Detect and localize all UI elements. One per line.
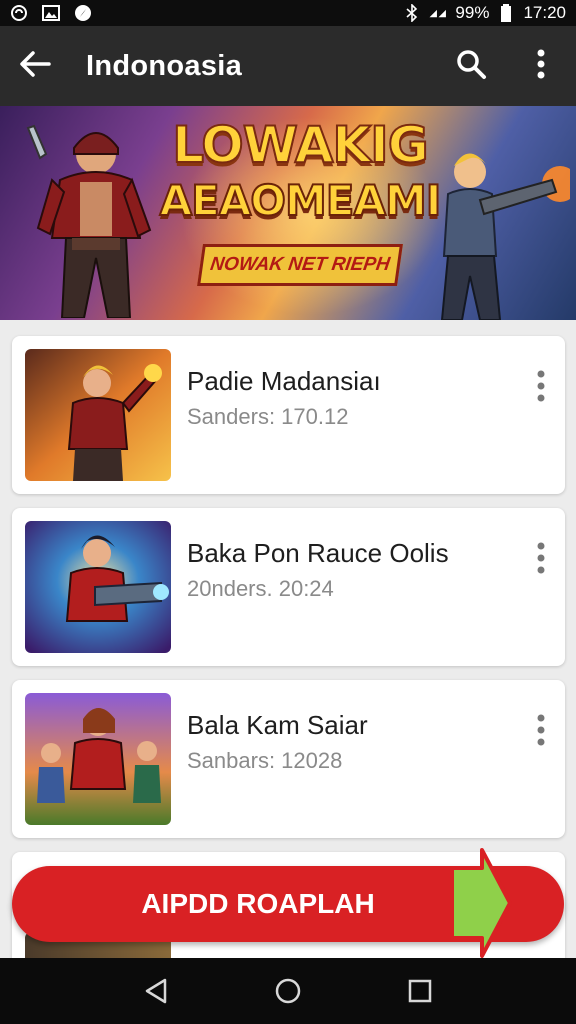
list-item[interactable]: Bala Kam Saiar Sanbars: 12028: [12, 680, 565, 838]
list-item[interactable]: Padie Madansiaı Sanders: 170.12: [12, 336, 565, 494]
home-circle-icon: [275, 978, 301, 1004]
search-icon: [455, 48, 487, 85]
nav-back-button[interactable]: [136, 971, 176, 1011]
back-arrow-icon: [19, 50, 51, 83]
more-vert-icon: [537, 714, 545, 746]
nav-recents-button[interactable]: [400, 971, 440, 1011]
bluetooth-icon: [403, 4, 421, 22]
compass-icon: [74, 4, 92, 22]
recents-square-icon: [408, 979, 432, 1003]
game-title: Padie Madansiaı: [187, 366, 381, 396]
search-button[interactable]: [436, 26, 506, 106]
game-title: Baka Pon Rauce Oolis: [187, 538, 449, 568]
item-more-button[interactable]: [529, 710, 553, 750]
promo-banner[interactable]: LOWAKIG AEAOMEAMI NOWAK NET RIEPH: [0, 106, 576, 320]
list-item[interactable]: Baka Pon Rauce Oolis 20nders. 20:24: [12, 508, 565, 666]
back-triangle-icon: [145, 978, 167, 1004]
screen: 99% 17:20 Indonoasia LOWAKIG AEAOMEAMI N…: [0, 0, 576, 1024]
more-vert-icon: [537, 542, 545, 574]
signal-icon: [429, 4, 447, 22]
game-subtitle: Sanbars: 12028: [187, 748, 343, 773]
nav-home-button[interactable]: [268, 971, 308, 1011]
system-nav-bar: [0, 958, 576, 1024]
more-options-button[interactable]: [506, 26, 576, 106]
item-more-button[interactable]: [529, 366, 553, 406]
game-thumbnail: [25, 693, 171, 825]
game-subtitle: Sanders: 170.12: [187, 404, 349, 429]
banner-subtitle: NOWAK NET RIEPH: [197, 244, 403, 286]
item-more-button[interactable]: [529, 538, 553, 578]
cta-container: AIPDD ROAPLAH: [12, 848, 564, 958]
game-title: Bala Kam Saiar: [187, 710, 368, 740]
arrow-right-icon: [450, 848, 512, 958]
battery-icon: [497, 4, 515, 22]
back-button[interactable]: [0, 26, 70, 106]
app-bar: Indonoasia: [0, 26, 576, 106]
game-subtitle: 20nders. 20:24: [187, 576, 334, 601]
clock: 17:20: [523, 3, 566, 22]
game-thumbnail: [25, 521, 171, 653]
status-bar: 99% 17:20: [0, 0, 576, 26]
banner-title-line1: LOWAKIG: [171, 115, 430, 175]
battery-percentage: 99%: [455, 3, 490, 22]
banner-title-line2: AEAOMEAMI: [159, 175, 443, 226]
page-title: Indonoasia: [86, 49, 243, 82]
more-vert-icon: [537, 370, 545, 402]
sync-icon: [10, 4, 28, 22]
gallery-icon: [42, 4, 60, 22]
hero-warrior-illustration: [26, 124, 152, 318]
more-vert-icon: [537, 49, 545, 84]
game-thumbnail: [25, 349, 171, 481]
